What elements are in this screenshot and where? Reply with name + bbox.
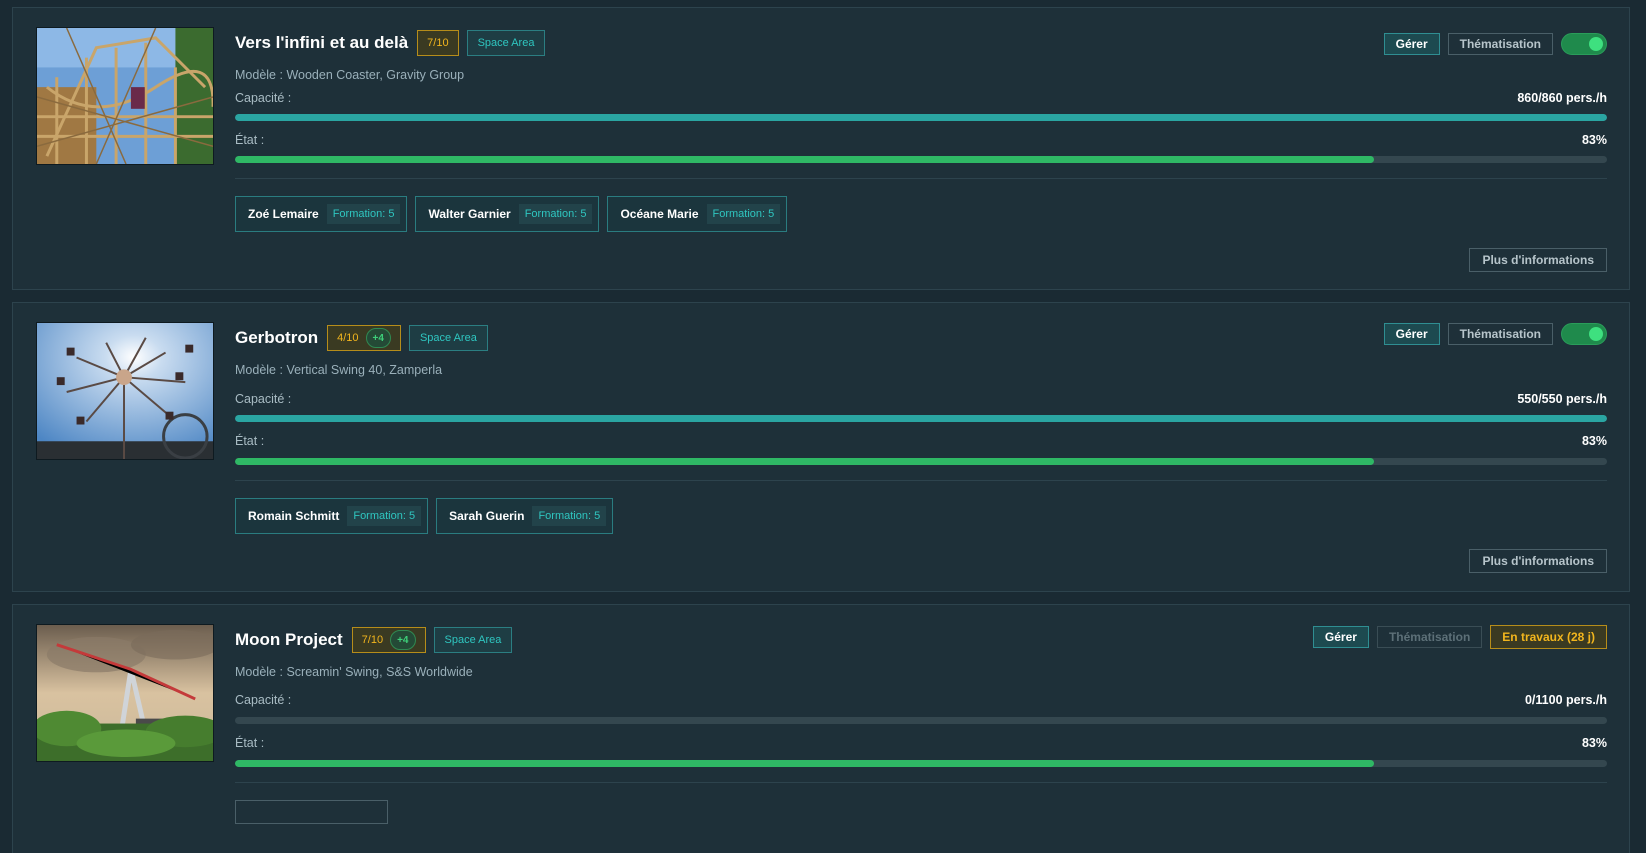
staff-training: Formation: 5 bbox=[326, 204, 401, 224]
theme-button[interactable]: Thématisation bbox=[1447, 323, 1553, 345]
ride-card: Moon Project 7/10 +4 Space Area Modèle :… bbox=[12, 604, 1630, 853]
model-value: Vertical Swing 40, Zamperla bbox=[286, 363, 443, 377]
ride-photo-swing-ride bbox=[36, 322, 214, 460]
capacity-label: Capacité : bbox=[235, 693, 292, 707]
rating-boost-badge: +4 bbox=[365, 328, 391, 348]
model-prefix: Modèle : bbox=[235, 68, 283, 82]
ride-actions: Gérer Thématisation bbox=[1383, 33, 1607, 55]
capacity-bar bbox=[235, 717, 1607, 724]
rating-badge: 7/10 bbox=[417, 30, 459, 56]
area-badge[interactable]: Space Area bbox=[408, 325, 488, 351]
state-bar-fill bbox=[235, 760, 1374, 767]
state-value: 83% bbox=[1581, 133, 1607, 147]
state-bar bbox=[235, 458, 1607, 465]
state-bar bbox=[235, 760, 1607, 767]
model-prefix: Modèle : bbox=[235, 665, 283, 679]
staff-name: Océane Marie bbox=[620, 207, 699, 221]
ride-card: Vers l'infini et au delà 7/10 Space Area… bbox=[12, 7, 1630, 290]
staff-chip[interactable]: Walter Garnier Formation: 5 bbox=[415, 196, 600, 232]
staff-list: Romain Schmitt Formation: 5 Sarah Guerin… bbox=[235, 498, 621, 534]
ride-name: Vers l'infini et au delà bbox=[235, 33, 409, 52]
staff-training: Formation: 5 bbox=[518, 204, 593, 224]
ride-model: Modèle : Vertical Swing 40, Zamperla bbox=[235, 363, 442, 377]
capacity-value: 860/860 pers./h bbox=[1517, 91, 1607, 105]
rides-list: Vers l'infini et au delà 7/10 Space Area… bbox=[0, 0, 1646, 853]
ride-photo-pendulum-swing bbox=[36, 624, 214, 762]
rating-badge: 4/10 +4 bbox=[327, 325, 401, 351]
ride-model: Modèle : Wooden Coaster, Gravity Group bbox=[235, 68, 464, 82]
state-value: 83% bbox=[1581, 434, 1607, 448]
state-bar-fill bbox=[235, 156, 1374, 163]
manage-button[interactable]: Gérer bbox=[1383, 323, 1440, 345]
ride-photo-wooden-coaster bbox=[36, 27, 214, 165]
staff-chip[interactable]: Zoé Lemaire Formation: 5 bbox=[235, 196, 408, 232]
theme-button[interactable]: Thématisation bbox=[1376, 626, 1483, 648]
staff-name: Sarah Guerin bbox=[449, 509, 525, 523]
capacity-label: Capacité : bbox=[235, 91, 292, 105]
rating-value: 7/10 bbox=[361, 634, 384, 646]
area-badge[interactable]: Space Area bbox=[433, 627, 513, 653]
area-badge[interactable]: Space Area bbox=[466, 30, 546, 56]
model-prefix: Modèle : bbox=[235, 363, 283, 377]
rating-value: 4/10 bbox=[337, 332, 359, 344]
staff-chip[interactable]: Océane Marie Formation: 5 bbox=[607, 196, 788, 232]
more-info-button[interactable]: Plus d'informations bbox=[1469, 549, 1607, 573]
staff-training: Formation: 5 bbox=[706, 204, 781, 224]
capacity-bar-fill bbox=[235, 114, 1607, 121]
ride-card: Gerbotron 4/10 +4 Space Area Modèle : Ve… bbox=[12, 302, 1630, 592]
staff-chip[interactable]: Sarah Guerin Formation: 5 bbox=[436, 498, 614, 534]
capacity-bar bbox=[235, 415, 1607, 422]
ride-actions: Gérer Thématisation En travaux (28 j) bbox=[1312, 625, 1607, 649]
state-bar bbox=[235, 156, 1607, 163]
ride-name: Moon Project bbox=[235, 630, 343, 649]
state-value: 83% bbox=[1581, 736, 1607, 750]
manage-button[interactable]: Gérer bbox=[1312, 626, 1369, 648]
ride-actions: Gérer Thématisation bbox=[1383, 323, 1607, 345]
ride-name: Gerbotron bbox=[235, 328, 319, 347]
staff-training: Formation: 5 bbox=[347, 506, 422, 526]
state-label: État : bbox=[235, 434, 265, 448]
rating-badge: 7/10 +4 bbox=[351, 627, 426, 653]
rating-boost-badge: +4 bbox=[390, 630, 416, 650]
model-value: Wooden Coaster, Gravity Group bbox=[286, 68, 465, 82]
divider bbox=[235, 782, 1607, 783]
partial-button[interactable] bbox=[235, 800, 388, 824]
divider bbox=[235, 178, 1607, 179]
state-label: État : bbox=[235, 133, 265, 147]
model-value: Screamin' Swing, S&S Worldwide bbox=[286, 665, 473, 679]
toggle-knob bbox=[1589, 37, 1603, 51]
capacity-bar bbox=[235, 114, 1607, 121]
staff-training: Formation: 5 bbox=[532, 506, 607, 526]
capacity-bar-fill bbox=[235, 415, 1607, 422]
capacity-value: 550/550 pers./h bbox=[1517, 392, 1607, 406]
capacity-value: 0/1100 pers./h bbox=[1524, 693, 1607, 707]
under-construction-badge: En travaux (28 j) bbox=[1490, 625, 1607, 649]
ride-open-toggle[interactable] bbox=[1561, 323, 1607, 345]
ride-model: Modèle : Screamin' Swing, S&S Worldwide bbox=[235, 665, 473, 679]
theme-button[interactable]: Thématisation bbox=[1447, 33, 1553, 55]
staff-name: Romain Schmitt bbox=[248, 509, 340, 523]
manage-button[interactable]: Gérer bbox=[1383, 33, 1440, 55]
ride-open-toggle[interactable] bbox=[1561, 33, 1607, 55]
staff-name: Walter Garnier bbox=[428, 207, 511, 221]
capacity-label: Capacité : bbox=[235, 392, 292, 406]
staff-list: Zoé Lemaire Formation: 5 Walter Garnier … bbox=[235, 196, 795, 232]
staff-name: Zoé Lemaire bbox=[248, 207, 319, 221]
toggle-knob bbox=[1589, 327, 1603, 341]
rating-value: 7/10 bbox=[427, 37, 449, 49]
staff-chip[interactable]: Romain Schmitt Formation: 5 bbox=[235, 498, 429, 534]
more-info-button[interactable]: Plus d'informations bbox=[1469, 248, 1607, 272]
state-label: État : bbox=[235, 736, 265, 750]
divider bbox=[235, 480, 1607, 481]
state-bar-fill bbox=[235, 458, 1374, 465]
